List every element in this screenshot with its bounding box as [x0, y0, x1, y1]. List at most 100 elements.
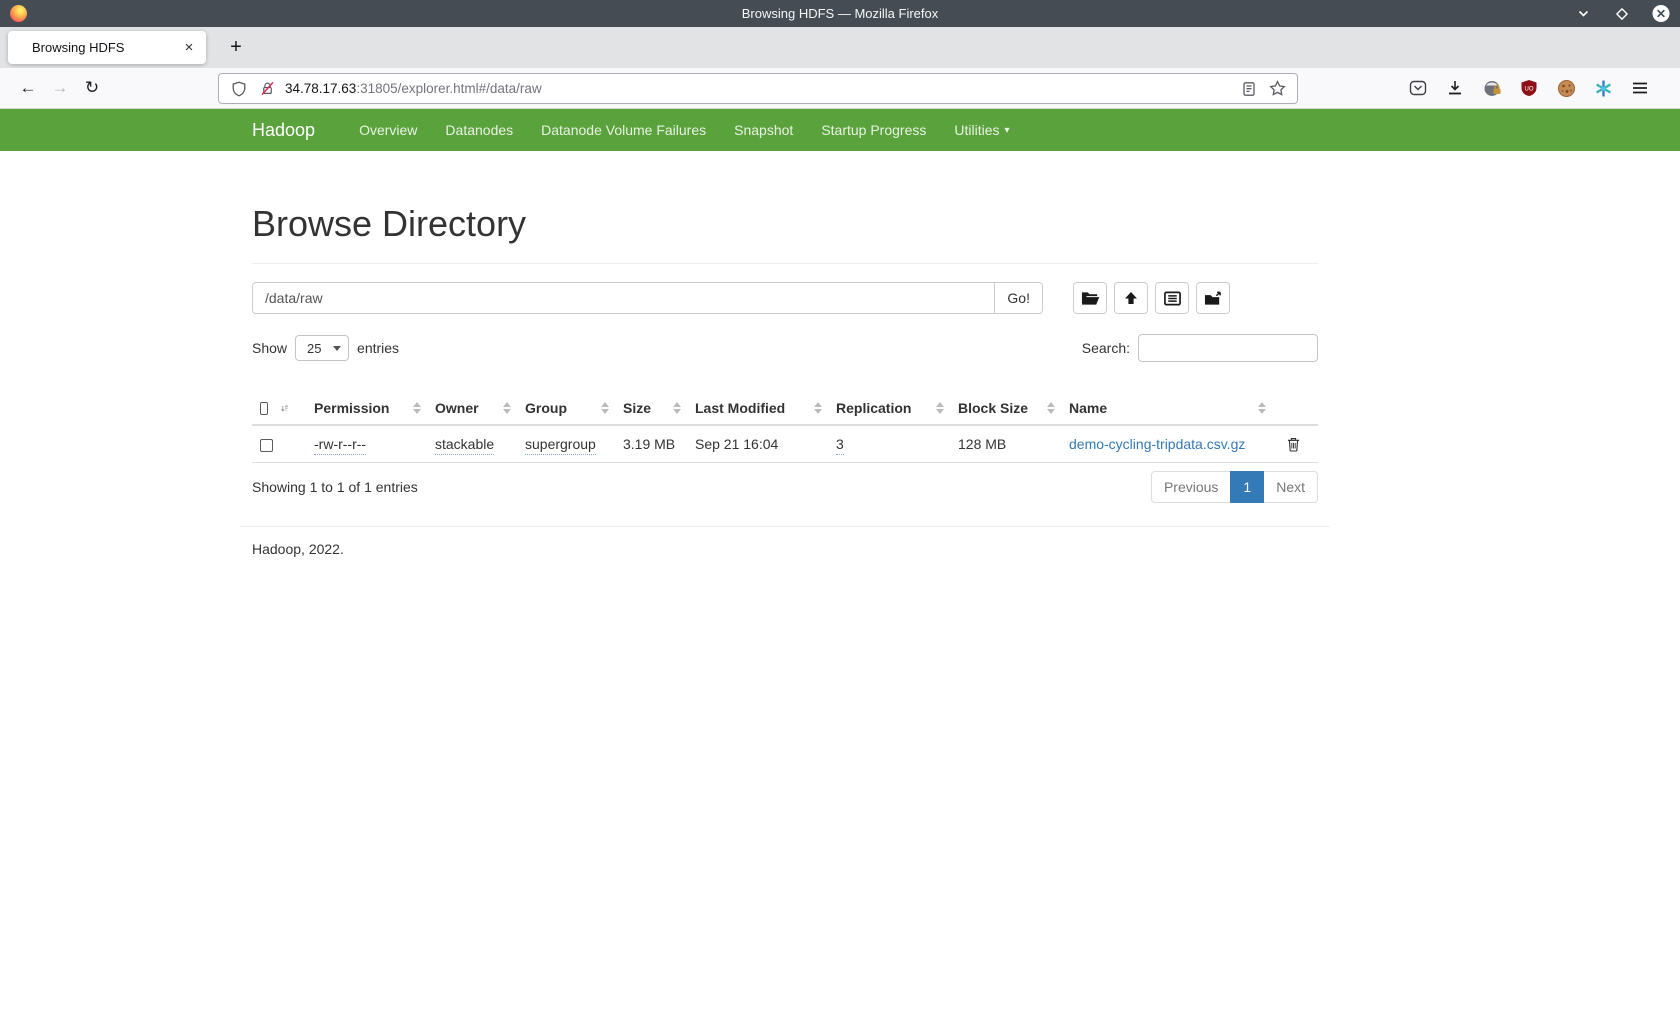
toolbar-extensions: UO: [1408, 68, 1650, 108]
container-lock-icon[interactable]: [1482, 78, 1502, 98]
header-replication[interactable]: Replication: [828, 392, 950, 425]
tab-title: Browsing HDFS: [32, 40, 178, 55]
firefox-logo-icon: [10, 5, 27, 22]
chevron-down-icon: [333, 346, 341, 351]
directory-path-input[interactable]: [252, 282, 995, 314]
tracking-shield-icon[interactable]: [229, 79, 249, 99]
back-button[interactable]: ←: [12, 73, 44, 103]
site-footer: Hadoop, 2022.: [252, 541, 1318, 557]
pagination-previous-button[interactable]: Previous: [1151, 471, 1231, 503]
directory-action-buttons: [1073, 282, 1230, 314]
header-label: Name: [1069, 400, 1107, 416]
cut-selection-button[interactable]: [1155, 282, 1189, 314]
url-host: 34.78.17.63: [285, 81, 356, 96]
window-maximize-button[interactable]: [1613, 5, 1631, 23]
nav-item-overview[interactable]: Overview: [345, 122, 431, 138]
go-button[interactable]: Go!: [994, 282, 1043, 314]
utilities-label: Utilities: [954, 122, 999, 138]
cell-owner: stackable: [427, 425, 517, 463]
sort-icon: [1047, 402, 1055, 414]
table-footer-row: Showing 1 to 1 of 1 entries Previous 1 N…: [252, 471, 1318, 503]
permission-value[interactable]: -rw-r--r--: [314, 436, 366, 455]
path-row: Go!: [252, 282, 1318, 314]
path-input-group: Go!: [252, 282, 1043, 314]
nav-item-utilities[interactable]: Utilities▾: [940, 122, 1023, 138]
pagination: Previous 1 Next: [1151, 471, 1318, 503]
select-all-header[interactable]: [252, 392, 306, 425]
divider: [252, 263, 1318, 264]
url-bar[interactable]: 34.78.17.63:31805/explorer.html#/data/ra…: [218, 73, 1298, 104]
cell-replication: 3: [828, 425, 950, 463]
hadoop-navbar: Hadoop Overview Datanodes Datanode Volum…: [0, 109, 1680, 151]
cell-name: demo-cycling-tripdata.csv.gz: [1061, 425, 1272, 463]
header-block-size[interactable]: Block Size: [950, 392, 1061, 425]
header-group[interactable]: Group: [517, 392, 615, 425]
header-label: Block Size: [958, 400, 1028, 416]
header-permission[interactable]: Permission: [306, 392, 427, 425]
owner-value[interactable]: stackable: [435, 436, 494, 455]
bookmark-star-icon[interactable]: [1267, 79, 1287, 99]
header-label: Owner: [435, 400, 479, 416]
page-length-select[interactable]: 25: [295, 335, 349, 361]
cookie-extension-icon[interactable]: [1556, 78, 1576, 98]
sort-icon: [601, 402, 609, 414]
insecure-lock-icon[interactable]: [257, 79, 277, 99]
select-all-checkbox[interactable]: [260, 402, 268, 415]
create-directory-button[interactable]: [1073, 282, 1107, 314]
sort-icon: [814, 402, 822, 414]
delete-file-button[interactable]: [1287, 437, 1300, 452]
entries-label: entries: [357, 340, 399, 356]
window-minimize-button[interactable]: [1574, 5, 1592, 23]
sort-icon: [503, 402, 511, 414]
nav-item-snapshot[interactable]: Snapshot: [720, 122, 807, 138]
nav-item-datanode-volume-failures[interactable]: Datanode Volume Failures: [527, 122, 720, 138]
sort-icon: [673, 402, 681, 414]
tab-browsing-hdfs[interactable]: Browsing HDFS ×: [8, 31, 206, 64]
nav-item-startup-progress[interactable]: Startup Progress: [807, 122, 940, 138]
reader-view-icon[interactable]: [1239, 79, 1259, 99]
tab-close-button[interactable]: ×: [178, 37, 200, 59]
row-checkbox[interactable]: [260, 439, 273, 452]
tab-strip: Browsing HDFS × +: [0, 27, 1680, 68]
table-search-control: Search:: [1082, 334, 1318, 362]
table-row: -rw-r--r-- stackable supergroup 3.19 MB …: [252, 425, 1318, 463]
reload-button[interactable]: ↻: [76, 73, 108, 103]
table-header-row: Permission Owner Group Size Last Modifie…: [252, 392, 1318, 425]
downloads-icon[interactable]: [1445, 78, 1465, 98]
sparkle-extension-icon[interactable]: [1593, 78, 1613, 98]
search-label: Search:: [1082, 340, 1130, 356]
header-owner[interactable]: Owner: [427, 392, 517, 425]
diamond-icon: [1615, 7, 1629, 21]
new-tab-button[interactable]: +: [222, 34, 250, 62]
ublock-shield-icon[interactable]: UO: [1519, 78, 1539, 98]
pagination-next-button[interactable]: Next: [1263, 471, 1318, 503]
cell-group: supergroup: [517, 425, 615, 463]
replication-value[interactable]: 3: [836, 436, 844, 455]
search-input[interactable]: [1138, 334, 1318, 362]
header-label: Group: [525, 400, 567, 416]
nav-item-datanodes[interactable]: Datanodes: [431, 122, 527, 138]
sort-icon: [936, 402, 944, 414]
file-link[interactable]: demo-cycling-tripdata.csv.gz: [1069, 436, 1245, 452]
header-last-modified[interactable]: Last Modified: [687, 392, 828, 425]
window-close-button[interactable]: [1652, 5, 1670, 23]
header-label: Size: [623, 400, 651, 416]
navbar-brand-hadoop[interactable]: Hadoop: [252, 120, 315, 141]
pocket-icon[interactable]: [1408, 78, 1428, 98]
page-length-value: 25: [307, 341, 321, 356]
pagination-page-1-button[interactable]: 1: [1230, 471, 1264, 503]
forward-button[interactable]: →: [44, 73, 76, 103]
paste-to-directory-button[interactable]: [1196, 282, 1230, 314]
page-length-control: Show 25 entries: [252, 335, 399, 361]
group-value[interactable]: supergroup: [525, 436, 596, 455]
table-controls-row: Show 25 entries Search:: [252, 334, 1318, 362]
chevron-down-icon: [1577, 7, 1590, 20]
upload-files-button[interactable]: [1114, 282, 1148, 314]
header-size[interactable]: Size: [615, 392, 687, 425]
header-label: Permission: [314, 400, 389, 416]
header-name[interactable]: Name: [1061, 392, 1272, 425]
close-circle-icon: [1652, 4, 1670, 23]
menu-hamburger-icon[interactable]: [1630, 78, 1650, 98]
url-text: 34.78.17.63:31805/explorer.html#/data/ra…: [285, 81, 542, 96]
row-select-cell: [252, 425, 306, 463]
